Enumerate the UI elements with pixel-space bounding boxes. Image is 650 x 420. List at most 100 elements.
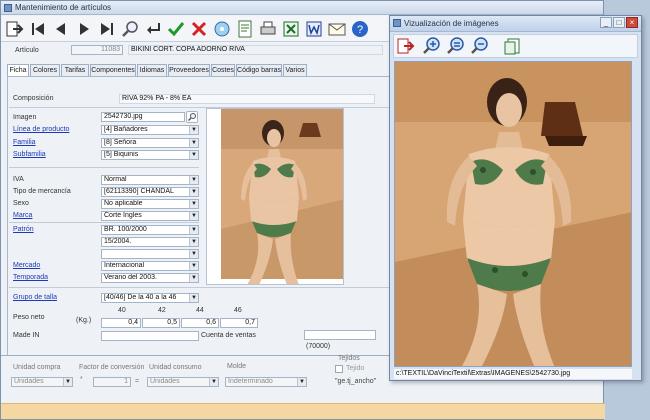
subfamilia-combo[interactable]: [5] Biquinis ▼	[101, 150, 199, 160]
subfamilia-link[interactable]: Subfamilia	[13, 151, 46, 158]
chevron-down-icon[interactable]: ▼	[189, 226, 198, 234]
article-code-field[interactable]: 11083	[71, 45, 123, 55]
cancel-icon[interactable]	[189, 19, 209, 39]
grupo-talla-link[interactable]: Grupo de talla	[13, 294, 57, 301]
search-icon[interactable]	[120, 19, 140, 39]
tab-proveedores[interactable]: Proveedores	[168, 64, 210, 76]
imagen-label: Imagen	[13, 114, 37, 121]
imagen-field[interactable]: 2542730.jpg	[101, 112, 185, 122]
peso-field[interactable]: 0,6	[181, 318, 219, 328]
chevron-down-icon[interactable]: ▼	[189, 294, 198, 302]
chevron-down-icon[interactable]: ▼	[297, 378, 306, 386]
previous-record-icon[interactable]	[51, 19, 71, 39]
unidad-compra-combo[interactable]: Unidades ▼	[11, 377, 73, 387]
tejido-checkbox-label: Tejido	[346, 365, 365, 372]
grupo-talla-combo[interactable]: [40/46] De la 40 a la 46 ▼	[101, 293, 199, 303]
next-record-icon[interactable]	[74, 19, 94, 39]
size-header: 44	[196, 307, 204, 314]
familia-combo[interactable]: [8] Señora ▼	[101, 138, 199, 148]
peso-field[interactable]: 0,5	[142, 318, 180, 328]
chevron-down-icon[interactable]: ▼	[209, 378, 218, 386]
chevron-down-icon[interactable]: ▼	[189, 139, 198, 147]
back-icon[interactable]	[143, 19, 163, 39]
accept-icon[interactable]	[166, 19, 186, 39]
viewer-window-title: Vizualización de imágenes	[404, 19, 499, 28]
cd-icon[interactable]	[212, 19, 232, 39]
help-icon[interactable]: ?	[350, 19, 370, 39]
maximize-button[interactable]: □	[613, 17, 625, 28]
linea-combo[interactable]: [4] Bañadores ▼	[101, 125, 199, 135]
composicion-label: Composición	[13, 95, 54, 102]
marca-combo[interactable]: Corte Ingles ▼	[101, 211, 199, 221]
unidad-compra-value: Unidades	[14, 378, 44, 385]
sexo-combo[interactable]: No aplicable ▼	[101, 199, 199, 209]
exit-icon[interactable]	[5, 19, 25, 39]
tab-colores[interactable]: Colores	[30, 64, 60, 76]
iva-value: Normal	[104, 176, 127, 183]
zoom-in-icon[interactable]	[422, 36, 442, 56]
unidad-consumo-combo[interactable]: Unidades ▼	[147, 377, 219, 387]
temporada-combo[interactable]: Verano del 2003. ▼	[101, 273, 199, 283]
exit-icon[interactable]	[396, 36, 416, 56]
chevron-down-icon[interactable]: ▼	[189, 200, 198, 208]
mercado-combo[interactable]: Internacional ▼	[101, 261, 199, 271]
last-record-icon[interactable]	[97, 19, 117, 39]
temporada-link[interactable]: Temporada	[13, 274, 48, 281]
familia-link[interactable]: Familia	[13, 139, 36, 146]
molde-combo[interactable]: Indeterminado ▼	[225, 377, 307, 387]
made-in-label: Made IN	[13, 332, 40, 339]
chevron-down-icon[interactable]: ▼	[189, 151, 198, 159]
tab-codigo-barras[interactable]: Código barras	[236, 64, 282, 76]
chevron-down-icon[interactable]: ▼	[189, 212, 198, 220]
tab-idiomas[interactable]: Idiomas	[137, 64, 167, 76]
article-description-field[interactable]: BIKINI CORT. COPA ADORNO RIVA	[128, 45, 383, 55]
minimize-button[interactable]: _	[600, 17, 612, 28]
print-icon[interactable]	[258, 19, 278, 39]
tab-costes[interactable]: Costes	[211, 64, 235, 76]
patron2-value: 15/2004.	[104, 238, 132, 245]
first-record-icon[interactable]	[28, 19, 48, 39]
tab-tarifas[interactable]: Tarifas	[61, 64, 89, 76]
peso-field[interactable]: 0,7	[220, 318, 258, 328]
chevron-down-icon[interactable]: ▼	[63, 378, 72, 386]
patron-combo-3[interactable]: ▼	[101, 249, 199, 259]
factor-field[interactable]: 1	[93, 377, 131, 387]
linea-link[interactable]: Línea de producto	[13, 126, 69, 133]
tab-componentes[interactable]: Componentes	[90, 64, 136, 76]
made-in-field[interactable]	[101, 331, 199, 341]
chevron-down-icon[interactable]: ▼	[189, 274, 198, 282]
copy-icon[interactable]	[502, 36, 522, 56]
note-icon[interactable]	[235, 19, 255, 39]
patron-combo-2[interactable]: 15/2004. ▼	[101, 237, 199, 247]
chevron-down-icon[interactable]: ▼	[189, 188, 198, 196]
composicion-field[interactable]: RIVA 92% PA - 8% EA	[119, 94, 375, 104]
iva-combo[interactable]: Normal ▼	[101, 175, 199, 185]
patron-link[interactable]: Patrón	[13, 226, 34, 233]
patron-value: BR. 100/2000	[104, 226, 147, 233]
tab-varios[interactable]: Varios	[283, 64, 307, 76]
chevron-down-icon[interactable]: ▼	[189, 126, 198, 134]
image-search-icon[interactable]	[186, 111, 198, 123]
tipo-mercancia-combo[interactable]: [62113390] CHANDAL ▼	[101, 187, 199, 197]
zoom-reset-icon[interactable]	[446, 36, 466, 56]
chevron-down-icon[interactable]: ▼	[189, 176, 198, 184]
mercado-link[interactable]: Mercado	[13, 262, 40, 269]
status-bar	[1, 403, 605, 419]
word-icon[interactable]	[304, 19, 324, 39]
excel-icon[interactable]	[281, 19, 301, 39]
zoom-out-icon[interactable]	[470, 36, 490, 56]
iva-label: IVA	[13, 176, 24, 183]
chevron-down-icon[interactable]: ▼	[189, 250, 198, 258]
chevron-down-icon[interactable]: ▼	[189, 238, 198, 246]
marca-link[interactable]: Marca	[13, 212, 32, 219]
viewer-toolbar	[393, 34, 638, 58]
patron-combo[interactable]: BR. 100/2000 ▼	[101, 225, 199, 235]
peso-field[interactable]: 0,4	[101, 318, 141, 328]
close-button[interactable]: ×	[626, 17, 638, 28]
chevron-down-icon[interactable]: ▼	[189, 262, 198, 270]
image-viewport[interactable]	[394, 61, 632, 367]
tejido-checkbox[interactable]	[335, 365, 343, 373]
cuenta-ventas-field[interactable]	[304, 330, 376, 340]
size-header: 40	[118, 307, 126, 314]
mail-icon[interactable]	[327, 19, 347, 39]
